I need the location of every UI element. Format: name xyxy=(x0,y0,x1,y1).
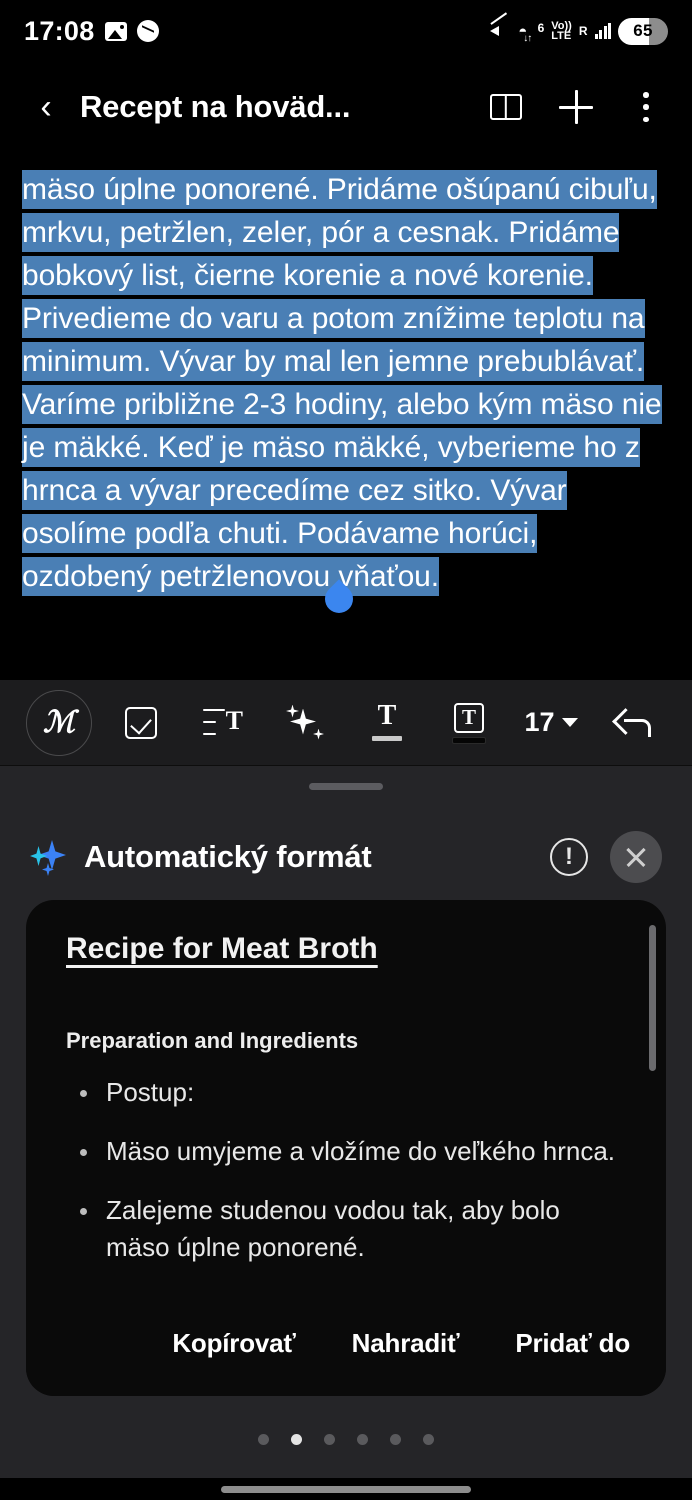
ai-assist-button[interactable] xyxy=(264,680,346,766)
close-icon xyxy=(624,845,648,869)
undo-button[interactable] xyxy=(592,680,674,766)
list-item: Postup: xyxy=(66,1074,620,1111)
replace-button[interactable]: Nahradiť xyxy=(352,1328,460,1359)
text-highlight-icon: T xyxy=(452,702,486,744)
add-button[interactable] xyxy=(554,85,598,129)
list-item: Mäso umyjeme a vložíme do veľkého hrnca. xyxy=(66,1133,620,1170)
highlight-button[interactable]: T xyxy=(428,680,510,766)
preview-bullet-list: Postup: Mäso umyjeme a vložíme do veľkéh… xyxy=(66,1074,620,1266)
text-color-icon-letter: T xyxy=(377,699,397,731)
image-icon xyxy=(104,21,127,41)
paragraph-text-icon: T xyxy=(203,705,243,739)
text-color-button[interactable]: T xyxy=(346,680,428,766)
note-body[interactable]: mäso úplne ponorené. Pridáme ošúpanú cib… xyxy=(0,152,692,598)
font-size-control: 17 xyxy=(524,707,578,738)
page-dot[interactable] xyxy=(324,1434,335,1445)
paragraph-style-button[interactable]: T xyxy=(182,680,264,766)
page-dot[interactable] xyxy=(390,1434,401,1445)
app-bar-actions xyxy=(484,85,668,129)
font-size-button[interactable]: 17 xyxy=(510,680,592,766)
preview-scrollbar[interactable] xyxy=(649,925,656,1071)
phone-screen: 17:08 ◓ 6 ↓↑ Vo)) LTE R 65 ‹ Recept na h… xyxy=(0,0,692,1500)
sparkles-icon xyxy=(286,704,324,741)
sparkles-icon xyxy=(30,838,70,876)
preview-action-bar: Kopírovať Nahradiť Pridať do xyxy=(26,1300,666,1396)
add-to-button[interactable]: Pridať do xyxy=(515,1328,630,1359)
status-bar-right: ◓ 6 ↓↑ Vo)) LTE R 65 xyxy=(489,17,668,45)
sheet-drag-handle[interactable] xyxy=(309,783,383,790)
page-dot[interactable] xyxy=(258,1434,269,1445)
close-sheet-button[interactable] xyxy=(610,831,662,883)
gesture-pill[interactable] xyxy=(221,1485,471,1493)
page-indicator xyxy=(0,1434,692,1445)
status-clock: 17:08 xyxy=(24,15,95,46)
system-navigation-bar xyxy=(0,1478,692,1500)
text-highlight-icon-letter: T xyxy=(454,702,484,733)
sheet-title: Automatický formát xyxy=(84,839,372,874)
status-bar: 17:08 ◓ 6 ↓↑ Vo)) LTE R 65 xyxy=(0,0,692,62)
more-vert-icon xyxy=(643,92,649,122)
sheet-header: Automatický formát ! xyxy=(0,814,692,900)
app-bar: ‹ Recept na hoväd... xyxy=(0,62,692,152)
roaming-signal-icon: R xyxy=(578,23,588,38)
font-size-value: 17 xyxy=(524,707,555,737)
format-toolbar: ℳ T T T 17 xyxy=(0,680,692,766)
mute-icon xyxy=(489,21,511,41)
wifi-6-icon: ◓ 6 ↓↑ xyxy=(518,20,545,44)
checklist-button[interactable] xyxy=(100,680,182,766)
book-icon xyxy=(490,94,522,120)
page-title: Recept na hoväd... xyxy=(80,89,351,124)
pen-scribble-icon: ℳ xyxy=(26,689,92,756)
info-circle-icon[interactable]: ! xyxy=(550,838,588,876)
page-dot[interactable] xyxy=(357,1434,368,1445)
auto-format-sheet: Automatický formát ! Recipe for Meat Bro… xyxy=(0,766,692,1478)
page-dot[interactable] xyxy=(423,1434,434,1445)
sheet-header-actions: ! xyxy=(550,831,662,883)
copy-button[interactable]: Kopírovať xyxy=(172,1328,296,1359)
page-dot-active[interactable] xyxy=(291,1434,302,1445)
messenger-icon xyxy=(136,20,159,42)
handwriting-button[interactable]: ℳ xyxy=(18,680,100,766)
chevron-down-icon xyxy=(561,718,578,727)
status-bar-left: 17:08 xyxy=(24,16,159,47)
list-item: Zalejeme studenou vodou tak, aby bolo mä… xyxy=(66,1192,620,1266)
signal-bars-icon xyxy=(594,23,611,39)
selected-text[interactable]: mäso úplne ponorené. Pridáme ošúpanú cib… xyxy=(22,170,662,596)
volte-icon: Vo)) LTE xyxy=(551,21,572,42)
overflow-menu-button[interactable] xyxy=(624,85,668,129)
wifi-traffic-arrows: ↓↑ xyxy=(523,32,532,44)
volte-line2: LTE xyxy=(551,30,572,42)
preview-card: Recipe for Meat Broth Preparation and In… xyxy=(26,900,666,1396)
wifi-generation-label: 6 xyxy=(537,20,545,35)
checkbox-icon xyxy=(125,706,157,739)
preview-subheading: Preparation and Ingredients xyxy=(66,1028,359,1053)
roaming-label: R xyxy=(578,23,588,38)
reading-mode-button[interactable] xyxy=(484,85,528,129)
plus-icon xyxy=(559,90,593,124)
back-button[interactable]: ‹ xyxy=(24,85,68,129)
paragraph-text-icon-letter: T xyxy=(225,705,243,735)
battery-indicator: 65 xyxy=(618,17,668,45)
preview-heading: Recipe for Meat Broth xyxy=(66,932,378,965)
text-color-icon: T xyxy=(370,700,404,741)
undo-arrow-icon xyxy=(615,708,651,738)
